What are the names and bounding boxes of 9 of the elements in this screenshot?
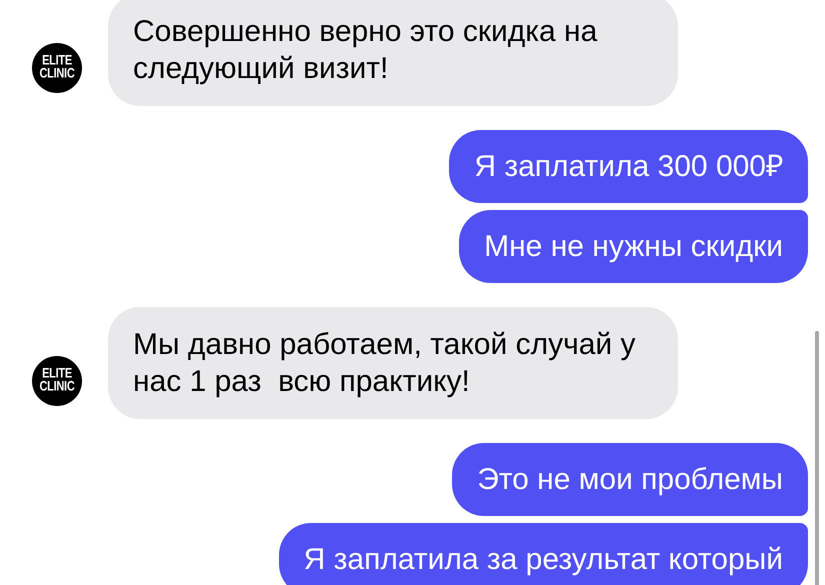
scrollbar[interactable]	[815, 331, 819, 585]
incoming-message: Мы давно работаем, такой случай у нас 1 раз всю практику!	[108, 307, 678, 419]
outgoing-message: Мне не нужны скидки	[459, 210, 808, 283]
clinic-avatar: ELITE CLINIC	[32, 43, 82, 93]
outgoing-message: Это не мои проблемы	[452, 443, 808, 516]
incoming-message: Совершенно верно это скидка на следующий визит!	[108, 0, 678, 106]
outgoing-message: Я заплатила за результат который	[278, 523, 808, 585]
outgoing-message: Я заплатила 300 000₽	[449, 130, 808, 203]
clinic-avatar: ELITE CLINIC	[32, 356, 82, 406]
